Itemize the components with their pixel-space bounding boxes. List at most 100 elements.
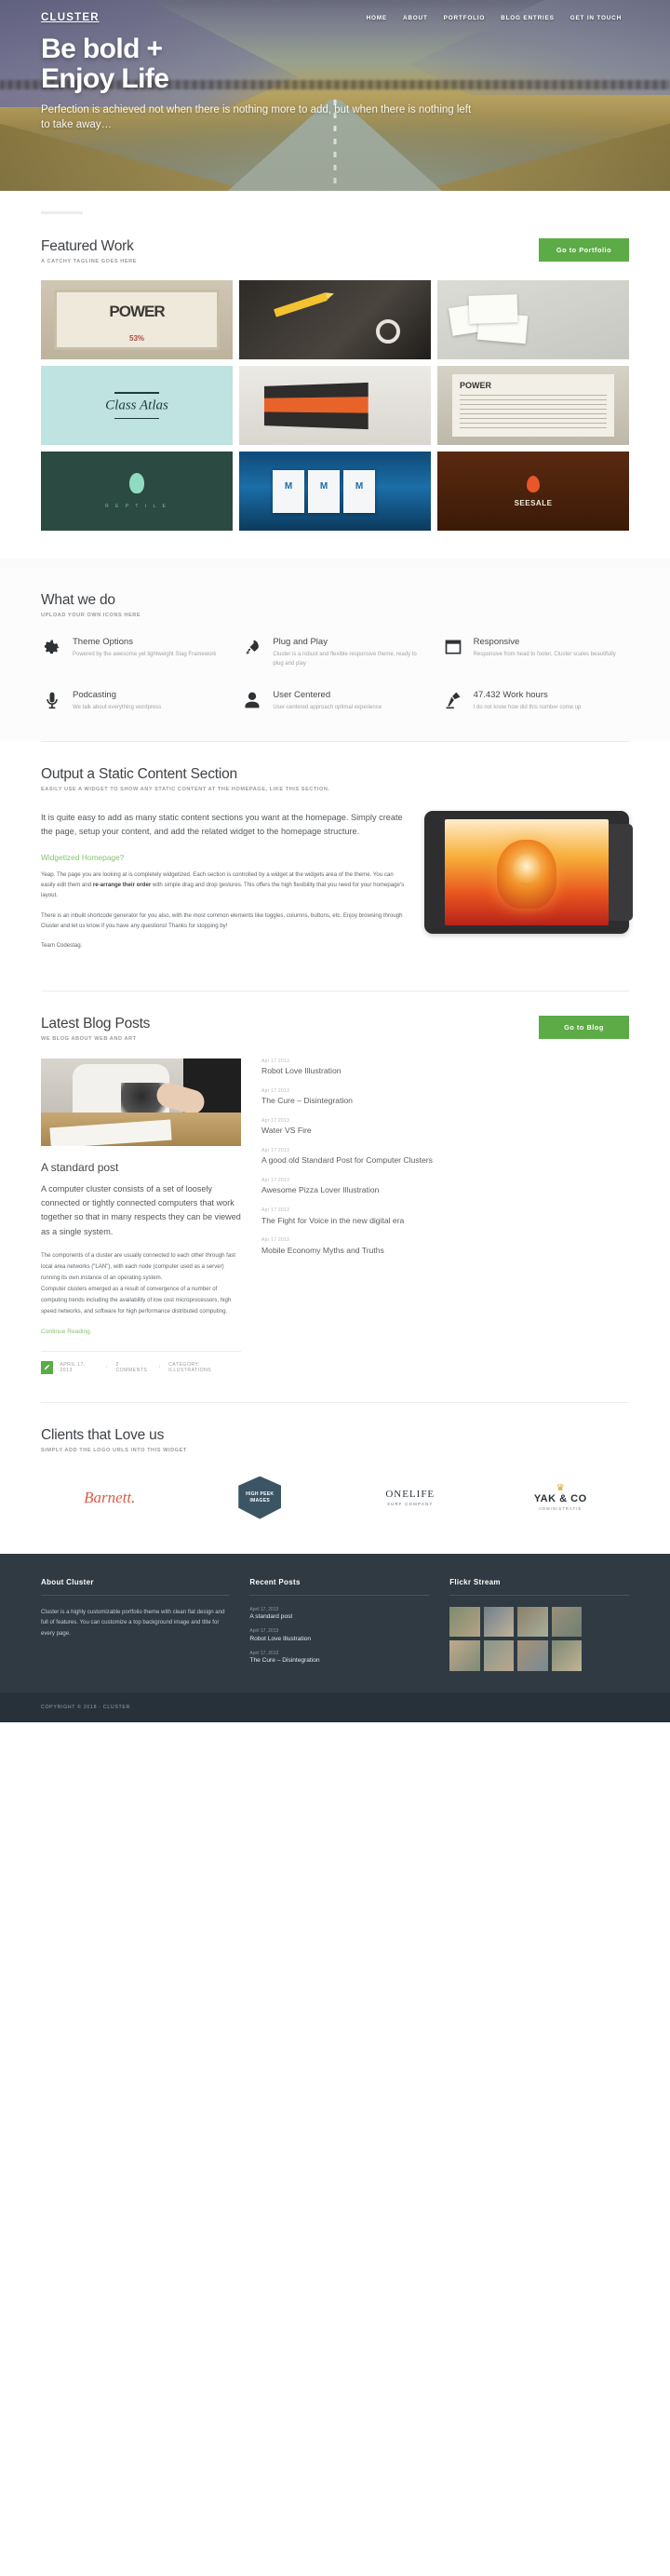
section-gap (0, 559, 670, 568)
featured-work-section: Featured Work A CATCHY TAGLINE GOES HERE… (0, 191, 670, 559)
go-to-portfolio-button[interactable]: Go to Portfolio (539, 238, 629, 262)
top-navigation-bar: CLUSTER HOME ABOUT PORTFOLIO BLOG ENTRIE… (0, 0, 670, 23)
desk-lamp-icon (442, 690, 464, 713)
portfolio-tile-business-cards[interactable] (437, 280, 629, 359)
main-nav: HOME ABOUT PORTFOLIO BLOG ENTRIES GET IN… (367, 15, 629, 21)
post-title[interactable]: The Fight for Voice in the new digital e… (261, 1216, 629, 1227)
reptile-mark (129, 473, 144, 493)
list-item[interactable]: Apr 17 2013 Mobile Economy Myths and Tru… (261, 1237, 629, 1256)
post-title[interactable]: The Cure – Disintegration (261, 1096, 629, 1107)
barnett-logo[interactable]: Barnett. (84, 1474, 135, 1522)
flickr-thumbnail[interactable] (551, 1640, 583, 1671)
portfolio-tile-green-mark[interactable]: R E P T I L E (41, 452, 233, 531)
brochure (273, 470, 304, 513)
post-body-1: The components of a cluster are usually … (41, 1252, 236, 1282)
clip-shape (376, 319, 401, 344)
meta-separator: / (106, 1364, 108, 1370)
post-meta: APRIL 17, 2013 / 2 COMMENTS / CATEGORY: … (41, 1360, 241, 1374)
nav-item-home[interactable]: HOME (367, 15, 387, 21)
static-para1-bold: re-arrange their order (92, 882, 152, 889)
footer-columns: About Cluster Cluster is a highly custom… (41, 1578, 629, 1673)
post-date: Apr 17 2013 (261, 1237, 289, 1244)
flickr-thumbnail[interactable] (551, 1606, 583, 1638)
post-title[interactable]: A good old Standard Post for Computer Cl… (261, 1155, 629, 1167)
blog-tagline: WE BLOG ABOUT WEB AND ART (41, 1035, 137, 1042)
gear-icon (41, 637, 63, 669)
post-title[interactable]: Awesome Pizza Lover Illustration (261, 1185, 629, 1196)
list-item[interactable]: Apr 17 2013 The Fight for Voice in the n… (261, 1207, 629, 1226)
flickr-thumbnail[interactable] (449, 1606, 480, 1638)
nav-item-get-in-touch[interactable]: GET IN TOUCH (570, 15, 622, 21)
logo-rule-bottom (114, 417, 159, 419)
portfolio-tile-seesale[interactable]: SEESALE (437, 452, 629, 531)
post-category[interactable]: CATEGORY: ILLUSTRATIONS (168, 1362, 241, 1373)
list-item[interactable]: April 17, 2013 Robot Love Illustration (249, 1628, 429, 1642)
post-date: April 17, 2013 (249, 1628, 279, 1635)
service-responsive: Responsive Responsive from head to foote… (442, 637, 629, 669)
post-title[interactable]: A standard post (41, 1161, 241, 1174)
post-title[interactable]: The Cure – Disintegration (249, 1657, 429, 1664)
featured-work-header: Featured Work A CATCHY TAGLINE GOES HERE… (41, 238, 629, 264)
list-item[interactable]: Apr 17 2013 A good old Standard Post for… (261, 1148, 629, 1167)
brochure (308, 470, 340, 513)
nav-item-about[interactable]: ABOUT (403, 15, 428, 21)
portfolio-tile-newspaper[interactable] (437, 366, 629, 445)
continue-reading-link[interactable]: Continue Reading (41, 1328, 90, 1335)
widgetized-homepage-heading: Widgetized Homepage? (41, 852, 125, 862)
microphone-icon (41, 690, 63, 713)
post-date: April 17, 2013 (249, 1650, 279, 1656)
pencil-shape (274, 292, 328, 317)
post-title[interactable]: Mobile Economy Myths and Truths (261, 1246, 629, 1257)
clients-tagline: SIMPLY ADD THE LOGO URLS INTO THIS WIDGE… (41, 1447, 187, 1453)
high-peek-images-logo[interactable]: HIGH PEEK IMAGES (238, 1474, 282, 1522)
footer-recent-posts-widget: Recent Posts April 17, 2013 A standard p… (249, 1578, 430, 1673)
post-title[interactable]: Robot Love Illustration (261, 1066, 629, 1077)
list-item[interactable]: Apr 17 2013 Water VS Fire (261, 1118, 629, 1137)
pencil-icon (41, 1360, 54, 1374)
portfolio-tile-blue-brochures[interactable] (239, 452, 431, 531)
hero-banner: CLUSTER HOME ABOUT PORTFOLIO BLOG ENTRIE… (0, 0, 670, 191)
post-title[interactable]: Water VS Fire (261, 1126, 629, 1137)
list-item[interactable]: Apr 17 2013 Robot Love Illustration (261, 1059, 629, 1077)
clients-section: Clients that Love us SIMPLY ADD THE LOGO… (0, 1402, 670, 1554)
portfolio-tile-class-atlas[interactable]: Class Atlas (41, 366, 233, 445)
portfolio-tile-power-poster[interactable]: POWER 53% (41, 280, 233, 359)
book-shape (263, 382, 368, 430)
list-item[interactable]: Apr 17 2013 Awesome Pizza Lover Illustra… (261, 1178, 629, 1196)
flickr-thumbnail[interactable] (449, 1640, 480, 1671)
flickr-thumbnail[interactable] (517, 1606, 548, 1638)
nav-item-portfolio[interactable]: PORTFOLIO (444, 15, 485, 21)
hero-title-line-2: Enjoy Life (41, 62, 169, 94)
poster-word: POWER (109, 303, 165, 320)
flickr-thumbnail[interactable] (517, 1640, 548, 1671)
service-user-centered: User Centered User-centered approach opt… (241, 690, 428, 713)
post-title[interactable]: Robot Love Illustration (249, 1636, 429, 1642)
portfolio-tile-orange-book[interactable] (239, 366, 431, 445)
flickr-thumbnail[interactable] (483, 1640, 515, 1671)
flickr-thumbnail-grid (449, 1606, 583, 1671)
list-item[interactable]: April 17, 2013 A standard post (249, 1607, 429, 1621)
nav-item-blog-entries[interactable]: BLOG ENTRIES (501, 15, 555, 21)
list-item[interactable]: April 17, 2013 The Cure – Disintegration (249, 1651, 429, 1665)
post-lead: A computer cluster consists of a set of … (41, 1183, 241, 1236)
copyright-bar: COPYRIGHT © 2018 - CLUSTER (0, 1693, 670, 1723)
post-thumbnail[interactable] (41, 1058, 241, 1146)
service-title: Podcasting (73, 689, 117, 700)
post-date: April 17, 2013 (249, 1606, 279, 1612)
static-paragraph-2: There is an inbuilt shortcode generator … (41, 911, 403, 930)
static-lead-paragraph: It is quite easy to add as many static c… (41, 812, 403, 837)
list-item[interactable]: Apr 17 2013 The Cure – Disintegration (261, 1088, 629, 1107)
yak-and-co-logo[interactable]: ♛ YAK & CO ADMINISTRATIE (534, 1474, 587, 1522)
flickr-thumbnail[interactable] (483, 1606, 515, 1638)
site-logo[interactable]: CLUSTER (41, 12, 100, 23)
post-comments[interactable]: 2 COMMENTS (115, 1362, 150, 1373)
portfolio-tile-pencil-clip[interactable] (239, 280, 431, 359)
meta-divider (41, 1350, 241, 1352)
post-date: Apr 17 2013 (261, 1117, 289, 1124)
service-title: User Centered (273, 689, 331, 700)
post-date: Apr 17 2013 (261, 1207, 289, 1214)
go-to-blog-button[interactable]: Go to Blog (539, 1015, 629, 1039)
post-title[interactable]: A standard post (249, 1613, 429, 1620)
onelife-surf-company-logo[interactable]: ONELIFE SURF COMPANY (385, 1474, 435, 1522)
post-date: Apr 17 2013 (261, 1177, 289, 1183)
